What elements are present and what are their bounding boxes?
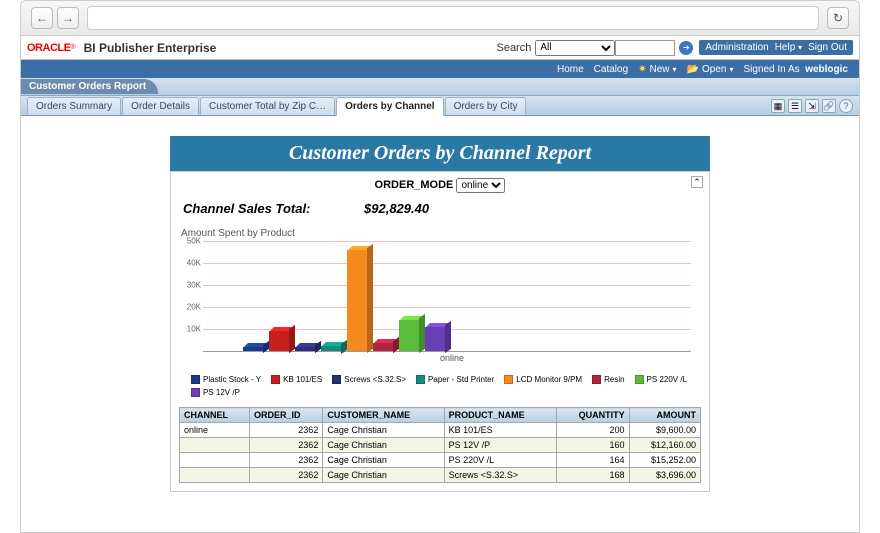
col-channel[interactable]: CHANNEL bbox=[180, 408, 250, 423]
data-table: CHANNELORDER_IDCUSTOMER_NAMEPRODUCT_NAME… bbox=[179, 407, 701, 483]
help-link[interactable]: Help ▾ bbox=[775, 42, 802, 53]
bar-plastic-stock-y[interactable] bbox=[243, 347, 263, 351]
total-row: Channel Sales Total: $92,829.40 bbox=[179, 199, 701, 226]
table-row[interactable]: 2362Cage ChristianScrews <S.32.S>168$3,6… bbox=[180, 468, 701, 483]
reload-button[interactable]: ↻ bbox=[827, 7, 849, 29]
filter-row: ORDER_MODE online bbox=[179, 178, 701, 193]
x-axis-label: online bbox=[203, 353, 701, 363]
browser-toolbar: ← → ↻ bbox=[20, 0, 860, 36]
legend-item: LCD Monitor 9/PM bbox=[504, 375, 582, 384]
col-quantity[interactable]: QUANTITY bbox=[556, 408, 629, 423]
bar-ps-220v-l[interactable] bbox=[399, 320, 419, 351]
bar-ps-12v-p[interactable] bbox=[425, 327, 445, 351]
legend-item: PS 220V /L bbox=[635, 375, 687, 384]
reg-mark: ® bbox=[70, 44, 75, 51]
col-customer_name[interactable]: CUSTOMER_NAME bbox=[323, 408, 444, 423]
report-title: Customer Orders by Channel Report bbox=[170, 136, 710, 171]
chain-icon[interactable]: 🔗 bbox=[822, 99, 836, 113]
search-go-button[interactable]: ➔ bbox=[679, 41, 693, 55]
col-order_id[interactable]: ORDER_ID bbox=[250, 408, 323, 423]
search-input[interactable] bbox=[615, 40, 675, 56]
y-tick-label: 20K bbox=[187, 303, 201, 312]
view-icon[interactable]: ▦ bbox=[771, 99, 785, 113]
legend-item: PS 12V /P bbox=[191, 388, 240, 397]
y-tick-label: 40K bbox=[187, 259, 201, 268]
report-breadcrumb: Customer Orders Report bbox=[21, 79, 158, 94]
tab-customer-total-zip[interactable]: Customer Total by Zip C… bbox=[200, 97, 335, 115]
view-tabs: Orders Summary Order Details Customer To… bbox=[21, 96, 859, 116]
col-product_name[interactable]: PRODUCT_NAME bbox=[444, 408, 556, 423]
total-label: Channel Sales Total: bbox=[183, 201, 310, 216]
chart-title: Amount Spent by Product bbox=[181, 228, 701, 239]
tab-order-details[interactable]: Order Details bbox=[122, 97, 199, 115]
tab-orders-by-city[interactable]: Orders by City bbox=[445, 97, 527, 115]
admin-link[interactable]: Administration bbox=[705, 42, 768, 53]
table-row[interactable]: 2362Cage ChristianPS 220V /L164$15,252.0… bbox=[180, 453, 701, 468]
y-tick-label: 30K bbox=[187, 281, 201, 290]
back-button[interactable]: ← bbox=[31, 7, 53, 29]
forward-button[interactable]: → bbox=[57, 7, 79, 29]
collapse-icon[interactable]: ⌃ bbox=[691, 176, 703, 188]
legend-item: Plastic Stock - Y bbox=[191, 375, 261, 384]
order-mode-select[interactable]: online bbox=[456, 178, 505, 193]
nav-open[interactable]: 📂Open▾ bbox=[687, 64, 734, 75]
bar-resin[interactable] bbox=[373, 343, 393, 351]
tab-orders-summary[interactable]: Orders Summary bbox=[27, 97, 121, 115]
bar-paper-std-printer[interactable] bbox=[321, 346, 341, 352]
legend-item: KB 101/ES bbox=[271, 375, 322, 384]
app-title: BI Publisher Enterprise bbox=[84, 41, 217, 55]
nav-catalog[interactable]: Catalog bbox=[594, 64, 628, 75]
bar-lcd-monitor-9-pm[interactable] bbox=[347, 250, 367, 351]
bar-chart: 50K40K30K20K10K online bbox=[203, 241, 701, 371]
app-header: ORACLE® BI Publisher Enterprise Search A… bbox=[21, 36, 859, 60]
nav-new[interactable]: ✷New▾ bbox=[638, 64, 676, 75]
y-tick-label: 50K bbox=[187, 237, 201, 246]
chart-legend: Plastic Stock - Y KB 101/ES Screws <S.32.S… bbox=[179, 371, 701, 401]
search-label: Search bbox=[496, 42, 531, 54]
address-bar[interactable] bbox=[87, 6, 819, 30]
page-icon[interactable]: ☰ bbox=[788, 99, 802, 113]
nav-bar: Home Catalog ✷New▾ 📂Open▾ Signed In As w… bbox=[21, 60, 859, 78]
signout-link[interactable]: Sign Out bbox=[808, 42, 847, 53]
signed-in-label: Signed In As weblogic bbox=[743, 64, 848, 75]
nav-home[interactable]: Home bbox=[557, 64, 584, 75]
legend-item: Screws <S.32.S> bbox=[332, 375, 406, 384]
legend-item: Resin bbox=[592, 375, 624, 384]
filter-label: ORDER_MODE bbox=[375, 179, 454, 191]
breadcrumb: Customer Orders Report bbox=[21, 78, 859, 96]
table-row[interactable]: online2362Cage ChristianKB 101/ES200$9,6… bbox=[180, 423, 701, 438]
oracle-logo: ORACLE bbox=[27, 42, 70, 54]
col-amount[interactable]: AMOUNT bbox=[629, 408, 700, 423]
table-row[interactable]: 2362Cage ChristianPS 12V /P160$12,160.00 bbox=[180, 438, 701, 453]
search-scope-select[interactable]: All bbox=[535, 40, 615, 56]
bar-screws-s-32-s-[interactable] bbox=[295, 347, 315, 351]
legend-item: Paper - Std Printer bbox=[416, 375, 494, 384]
y-tick-label: 10K bbox=[187, 325, 201, 334]
report-viewport[interactable]: Customer Orders by Channel Report ⌃ ORDE… bbox=[21, 116, 859, 533]
total-value: $92,829.40 bbox=[364, 201, 429, 216]
report-panel: ⌃ ORDER_MODE online Channel Sales Total:… bbox=[170, 171, 710, 492]
bar-kb-101-es[interactable] bbox=[269, 331, 289, 351]
export-icon[interactable]: ⇲ bbox=[805, 99, 819, 113]
app-window: ORACLE® BI Publisher Enterprise Search A… bbox=[20, 36, 860, 533]
tab-orders-by-channel[interactable]: Orders by Channel bbox=[336, 97, 443, 116]
help-icon[interactable]: ? bbox=[839, 99, 853, 113]
